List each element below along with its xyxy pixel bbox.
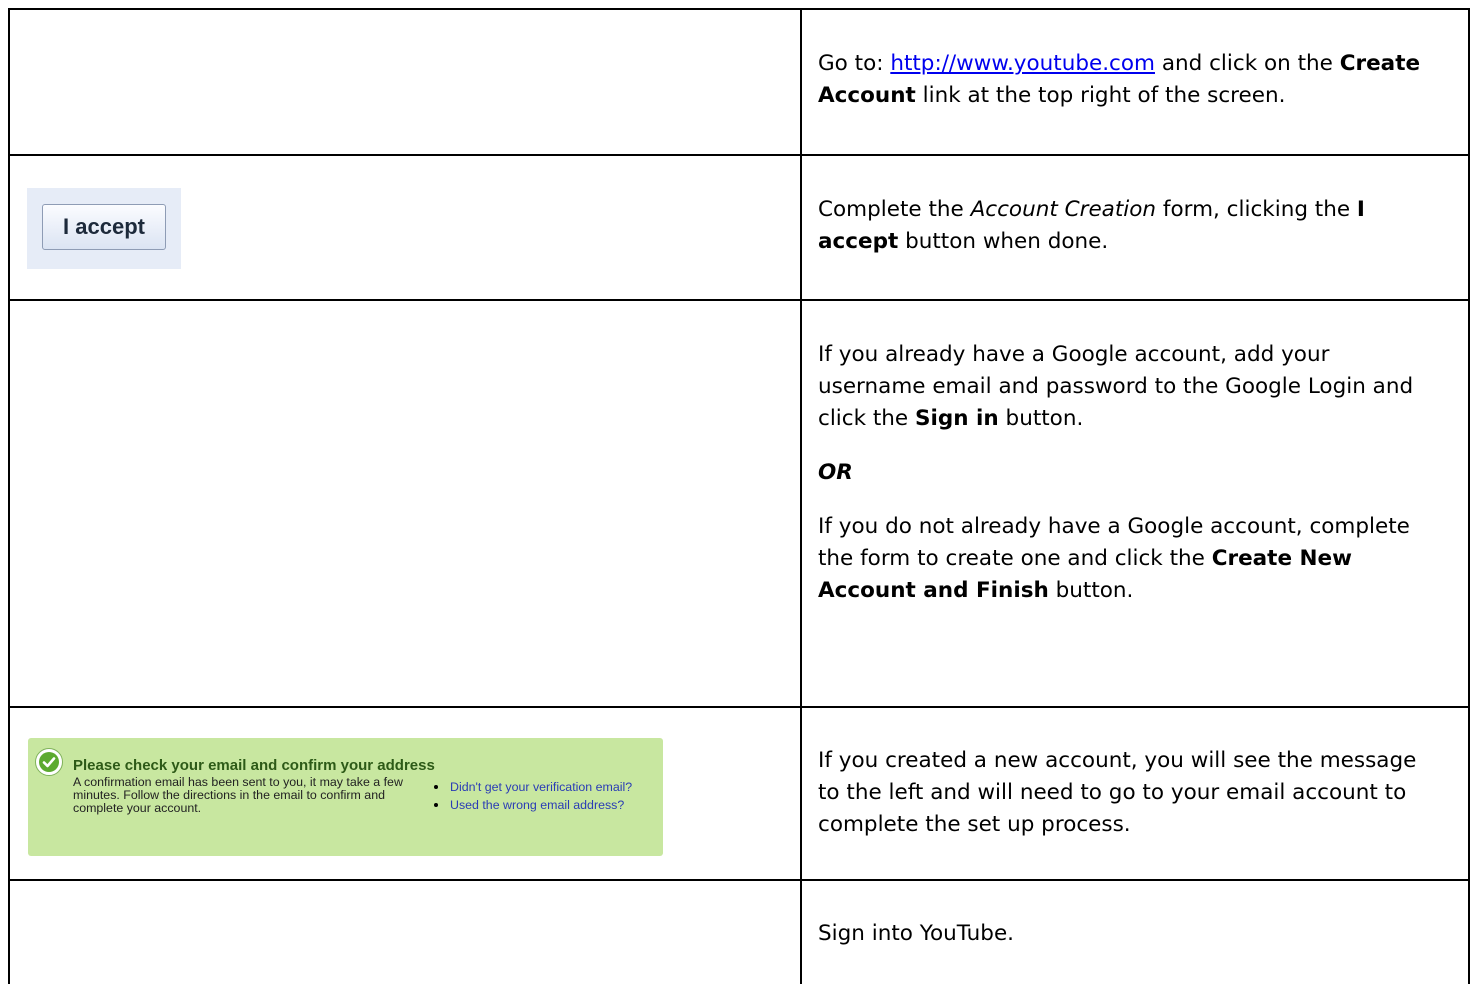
confirmation-title: Please check your email and confirm your… xyxy=(73,757,435,774)
row-divider xyxy=(8,879,1470,881)
step-3-text: If you already have a Google account, ad… xyxy=(818,339,1443,607)
step-3-p1-pre: If you already have a Google account, ad… xyxy=(818,342,1414,431)
row-divider xyxy=(8,706,1470,708)
step-1-mid: and click on the xyxy=(1154,51,1340,76)
checkmark-glyph xyxy=(42,757,56,768)
step-5-text: Sign into YouTube. xyxy=(818,918,1443,950)
i-accept-button[interactable]: I accept xyxy=(42,204,166,250)
step-1-text: Go to: http://www.youtube.com and click … xyxy=(818,48,1443,112)
step-4-paragraph: If you created a new account, you will s… xyxy=(818,748,1417,837)
step-4-text: If you created a new account, you will s… xyxy=(818,745,1443,841)
step-2-pre: Complete the xyxy=(818,197,971,222)
step-5-paragraph: Sign into YouTube. xyxy=(818,921,1015,946)
confirmation-body: A confirmation email has been sent to yo… xyxy=(73,775,403,815)
step-1-post: link at the top right of the screen. xyxy=(915,83,1286,108)
column-divider xyxy=(800,8,802,984)
table-border-left xyxy=(8,8,10,984)
step-3-paragraph-1: If you already have a Google account, ad… xyxy=(818,339,1443,435)
step-3-or-text: OR xyxy=(818,460,853,485)
instructions-table: Go to: http://www.youtube.com and click … xyxy=(0,0,1470,984)
step-3-p2-post: button. xyxy=(1048,578,1134,603)
step-3-p1-bold: Sign in xyxy=(915,406,999,431)
step-3-p1-post: button. xyxy=(998,406,1084,431)
confirmation-message-screenshot: Please check your email and confirm your… xyxy=(28,738,663,856)
confirmation-links: Didn't get your verification email? Used… xyxy=(430,778,632,814)
checkmark-icon xyxy=(35,748,63,776)
step-2-text: Complete the Account Creation form, clic… xyxy=(818,194,1443,258)
step-2-post: button when done. xyxy=(898,229,1109,254)
row-divider xyxy=(8,299,1470,301)
table-border-top xyxy=(8,8,1470,10)
step-2-mid: form, clicking the xyxy=(1156,197,1357,222)
row-divider xyxy=(8,154,1470,156)
step-3-or: OR xyxy=(818,457,1443,489)
step-2-italic: Account Creation xyxy=(970,197,1157,222)
verification-email-link[interactable]: Didn't get your verification email? xyxy=(430,778,632,796)
youtube-link[interactable]: http://www.youtube.com xyxy=(890,51,1155,76)
wrong-email-link[interactable]: Used the wrong email address? xyxy=(430,796,632,814)
step-3-paragraph-2: If you do not already have a Google acco… xyxy=(818,511,1443,607)
step-1-pre: Go to: xyxy=(818,51,891,76)
